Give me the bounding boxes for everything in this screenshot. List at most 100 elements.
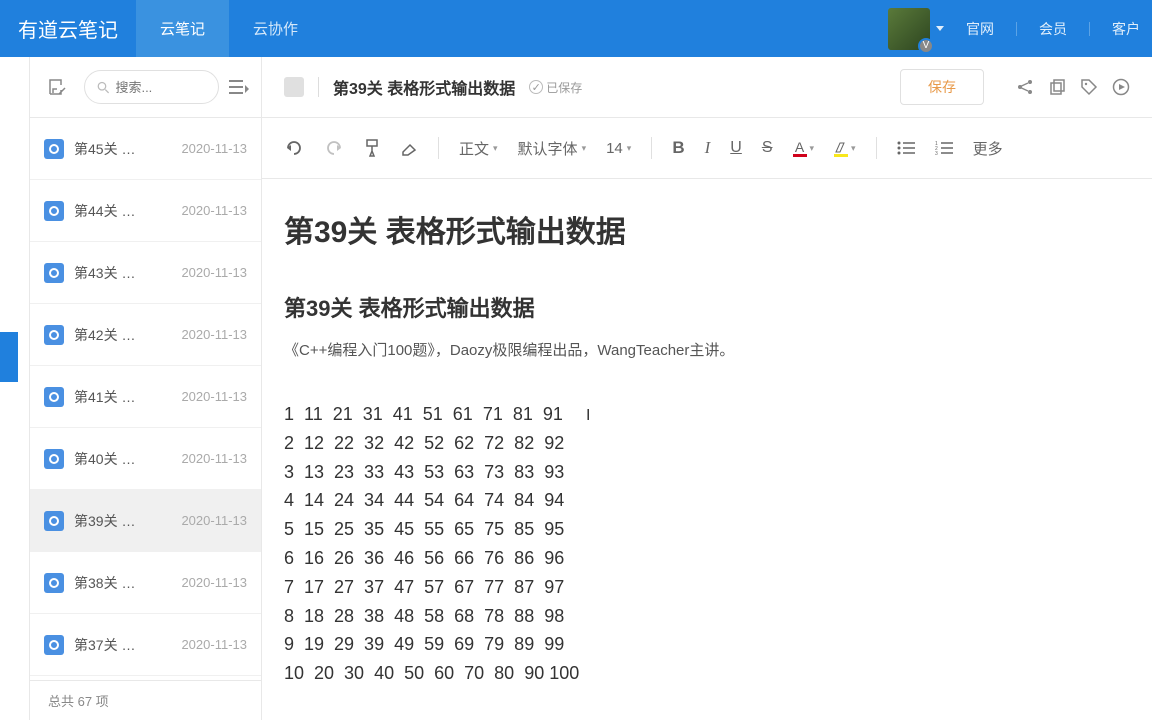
- doc-type-icon: [284, 77, 304, 97]
- brand: 有道云笔记: [0, 14, 136, 43]
- note-icon: [44, 387, 64, 407]
- note-item[interactable]: 第42关 …2020-11-13: [30, 304, 261, 366]
- content-table: I1 11 21 31 41 51 61 71 81 912 12 22 32 …: [284, 400, 1130, 688]
- note-icon: [44, 139, 64, 159]
- note-item[interactable]: 第40关 …2020-11-13: [30, 428, 261, 490]
- search-icon: [97, 80, 109, 95]
- search-box[interactable]: [84, 70, 219, 104]
- note-icon: [44, 449, 64, 469]
- note-title: 第44关 …: [74, 201, 171, 221]
- top-nav: 有道云笔记 云笔记云协作 V 官网 会员 客户: [0, 0, 1152, 57]
- nav-tab-1[interactable]: 云协作: [229, 0, 322, 57]
- link-official[interactable]: 官网: [966, 19, 994, 39]
- bullet-list-button[interactable]: [897, 141, 915, 155]
- header-actions: [1016, 78, 1130, 96]
- list-menu-button[interactable]: [229, 79, 251, 95]
- editor: 第39关 表格形式输出数据 已保存 保存 正文▾ 默认字体▾ 14▾ B I U: [262, 57, 1152, 720]
- note-title: 第38关 …: [74, 573, 171, 593]
- note-title: 第37关 …: [74, 635, 171, 655]
- note-count: 总共 67 项: [30, 680, 261, 720]
- tag-icon[interactable]: [1080, 78, 1098, 96]
- new-note-button[interactable]: [40, 70, 74, 104]
- nav-tab-0[interactable]: 云笔记: [136, 0, 229, 57]
- content-subtitle: 《C++编程入门100题》，Daozy极限编程出品，WangTeacher主讲。: [284, 339, 1130, 360]
- note-date: 2020-11-13: [181, 389, 247, 404]
- note-icon: [44, 511, 64, 531]
- note-title: 第45关 …: [74, 139, 171, 159]
- note-item[interactable]: 第44关 … 2020-11-13: [30, 180, 261, 242]
- bold-button[interactable]: B: [672, 138, 684, 158]
- table-row: 9 19 29 39 49 59 69 79 89 99: [284, 630, 1130, 659]
- doc-title: 第39关 表格形式输出数据: [333, 75, 515, 99]
- highlight-button[interactable]: ▾: [834, 140, 856, 157]
- redo-button[interactable]: [324, 140, 344, 156]
- play-icon[interactable]: [1112, 78, 1130, 96]
- sidebar-header: [30, 57, 261, 117]
- more-button[interactable]: 更多: [973, 138, 1003, 159]
- note-item[interactable]: 第45关 …2020-11-13: [30, 118, 261, 180]
- table-row: 8 18 28 38 48 58 68 78 88 98: [284, 602, 1130, 631]
- underline-button[interactable]: U: [730, 139, 742, 157]
- link-client[interactable]: 客户: [1112, 19, 1140, 39]
- note-icon: [44, 201, 64, 221]
- note-date: 2020-11-13: [181, 513, 247, 528]
- note-date: 2020-11-13: [181, 327, 247, 342]
- note-item[interactable]: 第37关 …2020-11-13: [30, 614, 261, 676]
- undo-button[interactable]: [284, 140, 304, 156]
- saved-badge: 已保存: [529, 79, 582, 96]
- nav-tabs: 云笔记云协作: [136, 0, 322, 57]
- format-paint-button[interactable]: [364, 139, 380, 157]
- note-item[interactable]: 第41关 … 2020-11-13: [30, 366, 261, 428]
- table-row: 10 20 30 40 50 60 70 80 90 100: [284, 659, 1130, 688]
- save-button[interactable]: 保存: [900, 69, 984, 105]
- toolbar: 正文▾ 默认字体▾ 14▾ B I U S A▾ ▾ 123 更多: [262, 117, 1152, 179]
- text-cursor-icon: I: [586, 403, 590, 429]
- style-select[interactable]: 正文▾: [459, 138, 498, 159]
- note-title: 第41关 …: [74, 387, 171, 407]
- eraser-button[interactable]: [400, 140, 418, 156]
- note-date: 2020-11-13: [181, 265, 247, 280]
- note-title: 第43关 …: [74, 263, 171, 283]
- note-icon: [44, 635, 64, 655]
- editor-content[interactable]: 第39关 表格形式输出数据 第39关 表格形式输出数据 《C++编程入门100题…: [262, 179, 1152, 720]
- note-item[interactable]: 第43关 … 2020-11-13: [30, 242, 261, 304]
- link-member[interactable]: 会员: [1039, 19, 1067, 39]
- note-item[interactable]: 第39关 … 2020-11-13: [30, 490, 261, 552]
- svg-text:3: 3: [935, 151, 938, 155]
- content-h1: 第39关 表格形式输出数据: [284, 207, 1130, 251]
- table-row: 1 11 21 31 41 51 61 71 81 91: [284, 400, 1130, 429]
- size-select[interactable]: 14▾: [606, 140, 631, 157]
- note-date: 2020-11-13: [181, 203, 247, 218]
- table-row: 7 17 27 37 47 57 67 77 87 97: [284, 573, 1130, 602]
- note-title: 第40关 …: [74, 449, 171, 469]
- table-row: 2 12 22 32 42 52 62 72 82 92: [284, 429, 1130, 458]
- table-row: 4 14 24 34 44 54 64 74 84 94: [284, 486, 1130, 515]
- italic-button[interactable]: I: [705, 138, 711, 158]
- editor-header: 第39关 表格形式输出数据 已保存 保存: [262, 57, 1152, 117]
- list-icon: [229, 79, 249, 95]
- note-date: 2020-11-13: [181, 575, 247, 590]
- search-input[interactable]: [115, 80, 206, 95]
- content-h2: 第39关 表格形式输出数据: [284, 291, 1130, 323]
- copy-icon[interactable]: [1048, 78, 1066, 96]
- divider: [318, 77, 319, 97]
- font-color-button[interactable]: A▾: [793, 140, 815, 157]
- table-row: 3 13 23 33 43 53 63 73 83 93: [284, 458, 1130, 487]
- divider: [1089, 22, 1090, 36]
- rail-marker: [0, 332, 18, 382]
- top-right: V 官网 会员 客户: [888, 8, 1152, 50]
- table-row: 5 15 25 35 45 55 65 75 85 95: [284, 515, 1130, 544]
- divider: [1016, 22, 1017, 36]
- font-select[interactable]: 默认字体▾: [518, 138, 587, 159]
- number-list-button[interactable]: 123: [935, 141, 953, 155]
- note-item[interactable]: 第38关 … 2020-11-13: [30, 552, 261, 614]
- note-title: 第39关 …: [74, 511, 171, 531]
- note-icon: [44, 263, 64, 283]
- share-icon[interactable]: [1016, 78, 1034, 96]
- chevron-down-icon: [936, 26, 944, 31]
- new-note-icon: [47, 77, 67, 97]
- avatar-menu[interactable]: V: [888, 8, 944, 50]
- strike-button[interactable]: S: [762, 139, 773, 157]
- note-icon: [44, 325, 64, 345]
- avatar-badge: V: [918, 38, 934, 54]
